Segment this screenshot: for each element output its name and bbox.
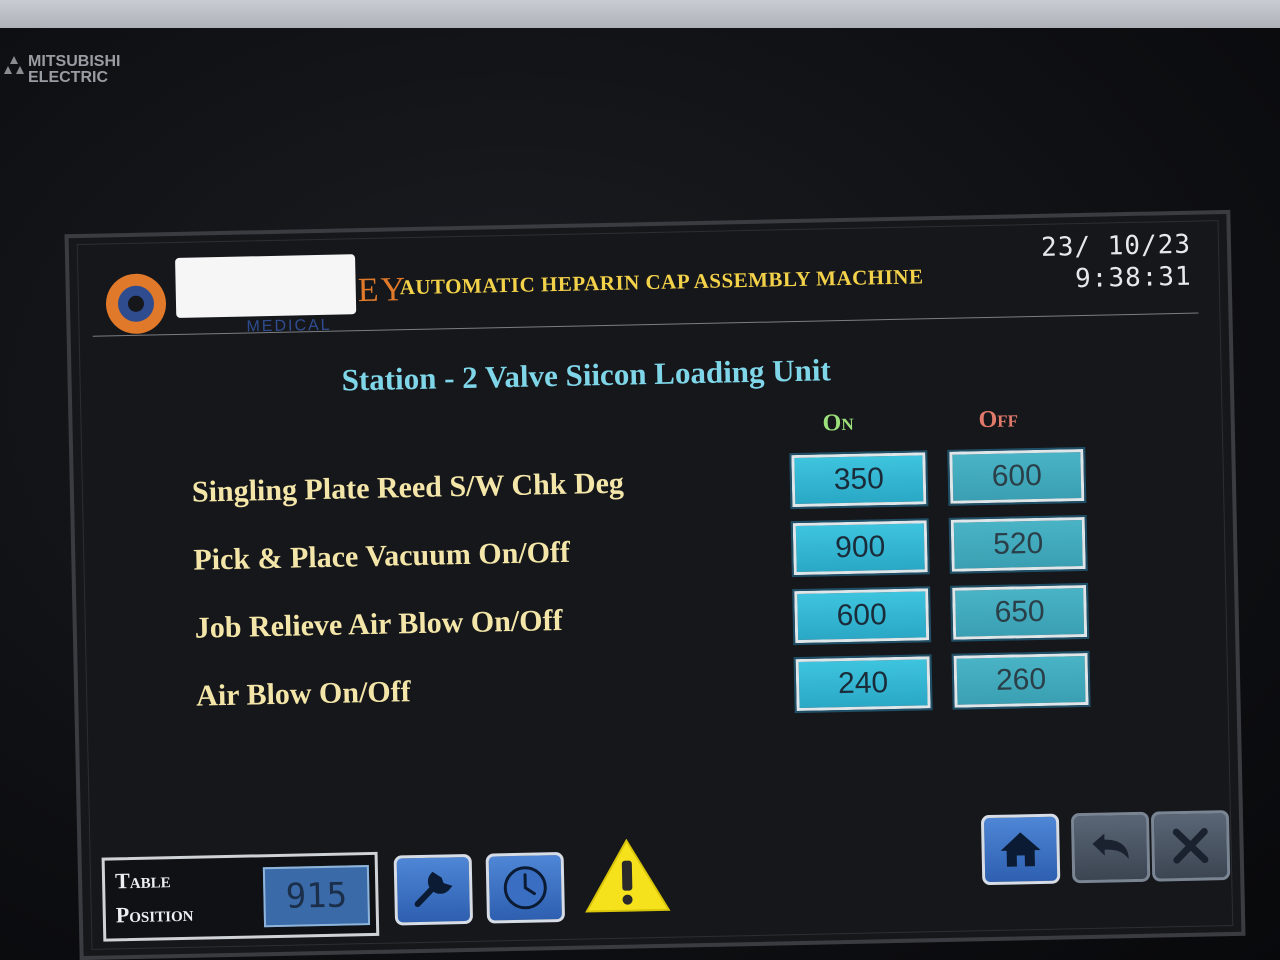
wrench-icon bbox=[414, 871, 453, 908]
column-on-header: On bbox=[822, 409, 854, 437]
time-display: 9:38:31 bbox=[1074, 261, 1192, 295]
table-position-panel: Table Position 915 bbox=[101, 851, 380, 942]
pick-place-off-input[interactable]: 520 bbox=[948, 514, 1088, 574]
close-button[interactable] bbox=[1150, 810, 1231, 882]
row-label-air-blow: Air Blow On/Off bbox=[195, 675, 411, 713]
air-blow-on-input[interactable]: 240 bbox=[793, 654, 933, 714]
singling-plate-off-input[interactable]: 600 bbox=[947, 446, 1087, 506]
singling-plate-on-input[interactable]: 350 bbox=[789, 450, 929, 510]
column-off-header: Off bbox=[978, 406, 1019, 434]
close-icon bbox=[1172, 828, 1209, 864]
clock-icon bbox=[503, 866, 547, 910]
back-icon bbox=[1092, 833, 1129, 860]
air-blow-off-input[interactable]: 260 bbox=[951, 650, 1091, 710]
logo-subtext: MEDICAL bbox=[246, 316, 332, 336]
timer-button[interactable] bbox=[485, 851, 566, 924]
job-relieve-off-input[interactable]: 650 bbox=[950, 582, 1090, 642]
settings-button[interactable] bbox=[393, 853, 474, 926]
job-relieve-on-input[interactable]: 600 bbox=[792, 586, 932, 646]
logo-redacted-area bbox=[175, 254, 357, 318]
company-logo: EY MEDICAL bbox=[95, 253, 407, 339]
table-position-label-2: Position bbox=[115, 900, 194, 928]
pick-place-on-input[interactable]: 900 bbox=[790, 518, 930, 578]
mitsubishi-logo-icon bbox=[4, 56, 24, 74]
table-position-label-1: Table bbox=[114, 867, 171, 894]
table-position-value: 915 bbox=[262, 865, 371, 928]
mitsubishi-brand: MITSUBISHI ELECTRIC bbox=[4, 54, 144, 94]
home-icon bbox=[1000, 832, 1041, 867]
hmi-screen: EY MEDICAL AUTOMATIC HEPARIN CAP ASSEMBL… bbox=[64, 209, 1246, 960]
brand-line-1: MITSUBISHI bbox=[28, 53, 121, 70]
home-button[interactable] bbox=[980, 813, 1061, 886]
brand-line-2: ELECTRIC bbox=[28, 69, 108, 86]
date-display: 23/ 10/23 bbox=[1040, 229, 1192, 263]
gear-logo-icon bbox=[105, 273, 166, 334]
warning-icon[interactable] bbox=[583, 838, 671, 914]
datetime: 23/ 10/23 9:38:31 bbox=[1041, 229, 1192, 296]
back-button[interactable] bbox=[1070, 811, 1151, 884]
